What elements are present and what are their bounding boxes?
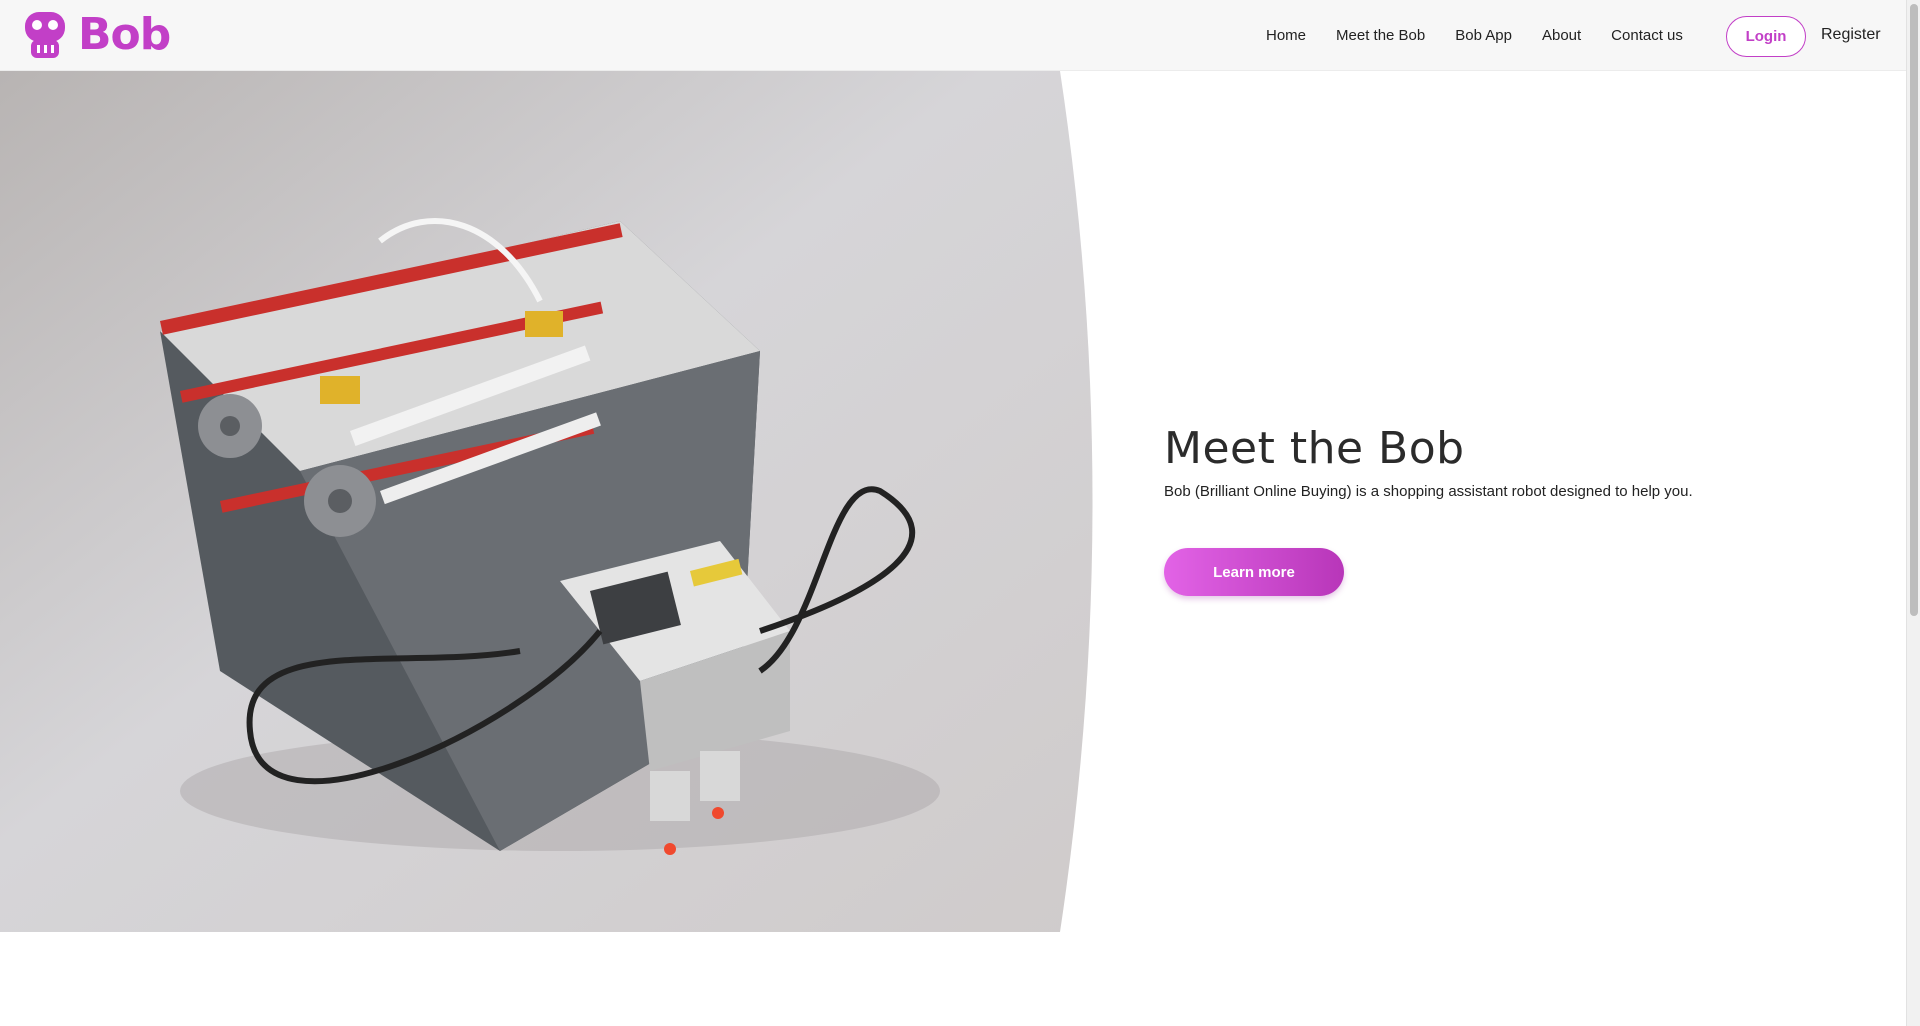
nav-home[interactable]: Home bbox=[1266, 27, 1306, 44]
learn-more-button[interactable]: Learn more bbox=[1164, 548, 1344, 596]
nav-bob-app[interactable]: Bob App bbox=[1455, 27, 1512, 44]
hero-text: Meet the Bob Bob (Brilliant Online Buyin… bbox=[1164, 423, 1693, 501]
scrollbar-thumb[interactable] bbox=[1910, 4, 1918, 616]
hero-title: Meet the Bob bbox=[1164, 423, 1465, 474]
nav-contact-us[interactable]: Contact us bbox=[1611, 27, 1683, 44]
page-scrollbar[interactable] bbox=[1906, 0, 1920, 1026]
register-link[interactable]: Register bbox=[1821, 26, 1881, 44]
site-header: Bob Home Meet the Bob Bob App About Cont… bbox=[0, 0, 1906, 71]
page: Bob Home Meet the Bob Bob App About Cont… bbox=[0, 0, 1920, 1026]
robot-head-icon bbox=[25, 12, 65, 58]
nav-meet-the-bob[interactable]: Meet the Bob bbox=[1336, 27, 1425, 44]
login-button[interactable]: Login bbox=[1726, 16, 1806, 57]
brand-link[interactable]: Bob bbox=[24, 9, 171, 60]
brand-name: Bob bbox=[78, 9, 171, 60]
nav-about[interactable]: About bbox=[1542, 27, 1581, 44]
hero-description: Bob (Brilliant Online Buying) is a shopp… bbox=[1164, 483, 1693, 501]
main-nav: Home Meet the Bob Bob App About Contact … bbox=[1266, 0, 1713, 71]
hero-robot-image bbox=[0, 71, 1093, 932]
